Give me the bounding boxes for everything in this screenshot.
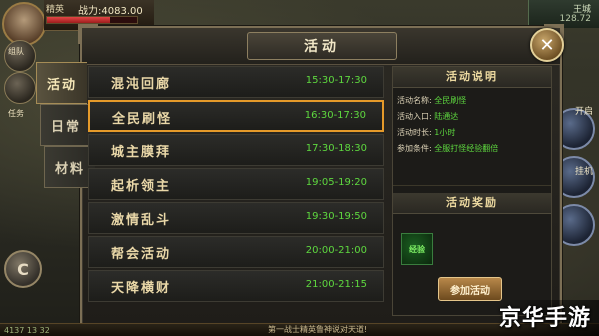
event-time: 19:30-19:50 bbox=[305, 211, 367, 222]
event-row[interactable]: 起析领主 19:05-19:20 bbox=[88, 168, 384, 200]
event-list: 混沌回廊 15:30-17:30 全民刷怪 16:30-17:30 城主膜拜 17:30-… bbox=[88, 66, 386, 314]
event-row[interactable]: 混沌回廊 15:30-17:30 bbox=[88, 66, 384, 98]
power-label: 战力:4083.00 bbox=[78, 6, 143, 17]
event-name: 全民刷怪 bbox=[112, 112, 173, 127]
event-time: 17:30-18:30 bbox=[305, 143, 367, 154]
dialog-header: 活动 bbox=[82, 28, 560, 65]
dialog-title: 活动 bbox=[247, 32, 397, 60]
event-name: 起析领主 bbox=[111, 179, 172, 194]
detail-label: 活动时长: bbox=[397, 128, 432, 137]
system-broadcast: 第一战士精英鲁神说对天道! bbox=[268, 325, 368, 334]
event-row[interactable]: 城主膜拜 17:30-18:30 bbox=[88, 134, 384, 166]
activity-description-title: 活动说明 bbox=[393, 67, 551, 88]
detail-row: 活动时长: 1小时 bbox=[397, 127, 455, 138]
tab-activity[interactable]: 活动 bbox=[36, 62, 87, 104]
map-coords: 128.72 bbox=[559, 14, 592, 24]
event-time: 15:30-17:30 bbox=[305, 75, 367, 86]
event-name: 激情乱斗 bbox=[111, 213, 172, 228]
hp-bar-fill bbox=[47, 17, 110, 23]
event-name: 混沌回廊 bbox=[111, 77, 172, 92]
activity-reward-title: 活动奖励 bbox=[393, 193, 551, 214]
player-avatar[interactable] bbox=[2, 2, 46, 46]
watermark-logo: 京华手游 bbox=[498, 306, 591, 331]
event-row[interactable]: 全民刷怪 16:30-17:30 bbox=[88, 100, 384, 132]
event-time: 19:05-19:20 bbox=[305, 177, 367, 188]
hp-bar bbox=[46, 16, 138, 24]
detail-label: 参加条件: bbox=[397, 144, 432, 153]
event-row[interactable]: 激情乱斗 19:30-19:50 bbox=[88, 202, 384, 234]
event-time: 20:00-21:00 bbox=[305, 245, 367, 256]
detail-label: 活动入口: bbox=[397, 112, 432, 121]
quest-label: 任务 bbox=[8, 109, 24, 118]
join-activity-button[interactable]: 参加活动 bbox=[438, 277, 502, 301]
activity-detail-panel: 活动说明 活动名称: 全民刷怪 活动入口: 陆通达 活动时长: 1小时 参加条件… bbox=[392, 66, 552, 316]
detail-value: 陆通达 bbox=[434, 112, 459, 121]
tab-daily[interactable]: 日常 bbox=[40, 104, 91, 146]
event-name: 城主膜拜 bbox=[111, 145, 172, 160]
event-name: 帮会活动 bbox=[111, 247, 172, 262]
detail-row: 活动入口: 陆通达 bbox=[397, 111, 458, 122]
quest-button[interactable] bbox=[4, 72, 36, 104]
detail-row: 参加条件: 全服打怪经验翻倍 bbox=[397, 143, 498, 154]
bottom-status: 4137 13 32 bbox=[4, 326, 50, 335]
detail-value: 全服打怪经验翻倍 bbox=[434, 144, 499, 153]
event-time: 16:30-17:30 bbox=[304, 110, 366, 121]
chat-button[interactable]: C bbox=[4, 250, 42, 288]
detail-label: 活动名称: bbox=[397, 96, 432, 105]
player-name: 精英 bbox=[46, 5, 65, 15]
event-row[interactable]: 天降横财 21:00-21:15 bbox=[88, 270, 384, 302]
exp-reward-icon[interactable]: 经验 bbox=[401, 233, 433, 265]
team-label: 组队 bbox=[8, 47, 24, 56]
event-name: 天降横财 bbox=[111, 281, 172, 296]
divider bbox=[393, 185, 551, 186]
event-row[interactable]: 帮会活动 20:00-21:00 bbox=[88, 236, 384, 268]
auto-label: 挂机 bbox=[574, 167, 593, 177]
close-icon[interactable]: ✕ bbox=[530, 28, 564, 62]
detail-value: 全民刷怪 bbox=[434, 96, 467, 105]
detail-value: 1小时 bbox=[434, 128, 456, 137]
event-time: 21:00-21:15 bbox=[305, 279, 367, 290]
open-label: 开启 bbox=[574, 107, 593, 117]
detail-row: 活动名称: 全民刷怪 bbox=[397, 95, 466, 106]
